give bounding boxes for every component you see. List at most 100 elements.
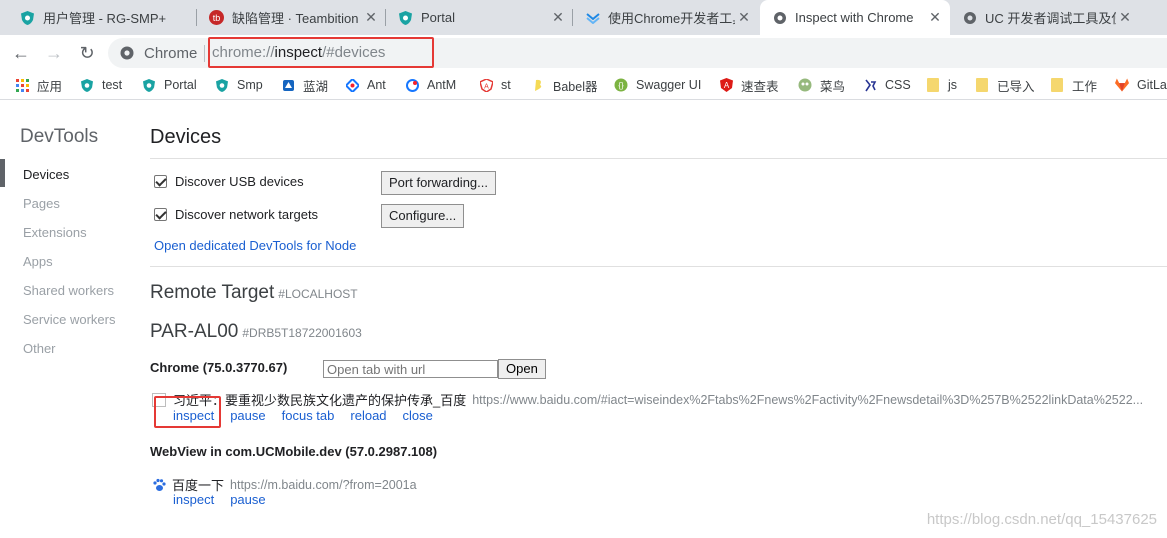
tab-chrome-devtools-article[interactable]: 使用Chrome开发者工具 ✕ (573, 0, 759, 35)
svg-text:tb: tb (213, 13, 221, 23)
tab-user-management[interactable]: 用户管理 - RG-SMP+ (0, 0, 197, 35)
tab-portal[interactable]: Portal ✕ (386, 0, 573, 35)
remote-page-url: https://www.baidu.com/#iact=wiseindex%2F… (472, 392, 1144, 407)
remote-target-heading: Remote Target #LOCALHOST (150, 282, 358, 304)
back-arrow-icon[interactable]: ← (9, 41, 33, 65)
bookmark-smp[interactable]: Smp (215, 76, 263, 94)
bookmark-folder-js[interactable]: js (926, 76, 957, 94)
css-icon (863, 78, 877, 92)
swagger-icon: {} (614, 78, 628, 92)
watermark: https://blog.csdn.net/qq_15437625 (926, 511, 1157, 528)
bookmark-babel[interactable]: Babel器 (531, 76, 597, 94)
chevron-icon (585, 10, 600, 25)
gitlab-icon (1115, 78, 1129, 92)
sidebar-item-apps[interactable]: Apps (23, 254, 53, 269)
sidebar-title: DevTools (20, 126, 99, 147)
reload-link[interactable]: reload (350, 408, 386, 423)
bookmarks-bar: 应用 test Portal Smp 蓝湖 Ant AntM Ast Babel… (0, 70, 1167, 100)
bookmark-ant[interactable]: Ant (345, 76, 386, 94)
configure-button[interactable]: Configure... (381, 204, 465, 228)
tab-strip: 用户管理 - RG-SMP+ tb 缺陷管理 · Teambition ✕ Po… (0, 0, 1167, 35)
sidebar-item-pages[interactable]: Pages (23, 196, 60, 211)
tab-teambition[interactable]: tb 缺陷管理 · Teambition ✕ (197, 0, 386, 35)
webview-inspect-link[interactable]: inspect (173, 492, 214, 507)
webview-pause-link[interactable]: pause (230, 492, 265, 507)
close-icon[interactable]: ✕ (735, 9, 753, 26)
site-info[interactable]: Chrome (120, 38, 197, 68)
bookmark-apps[interactable]: 应用 (15, 76, 62, 94)
bookmark-label: CSS (885, 78, 911, 92)
folder-icon (975, 78, 989, 92)
reload-icon[interactable]: ↻ (75, 41, 99, 65)
discover-usb-row: Discover USB devices (154, 174, 304, 189)
close-icon[interactable]: ✕ (549, 9, 567, 26)
open-tab-url-input[interactable] (323, 360, 498, 378)
folder-icon (1050, 78, 1064, 92)
discover-network-label: Discover network targets (175, 207, 319, 222)
bookmark-lanhu[interactable]: 蓝湖 (281, 76, 328, 94)
babel-icon (531, 78, 545, 92)
sidebar-item-service-workers[interactable]: Service workers (23, 312, 115, 327)
pause-link[interactable]: pause (230, 408, 265, 423)
browser-toolbar: ← → ↻ Chrome chrome://inspect/#devices (0, 35, 1167, 70)
bookmark-folder-work[interactable]: 工作 (1050, 76, 1097, 94)
bookmark-label: Portal (164, 78, 197, 92)
bookmark-label: 速查表 (741, 79, 779, 94)
folder-icon (926, 78, 940, 92)
open-node-devtools-link[interactable]: Open dedicated DevTools for Node (154, 238, 356, 253)
bookmark-label: AntM (427, 78, 457, 92)
bookmark-runoob[interactable]: 菜鸟 (798, 76, 845, 94)
tab-title: 缺陷管理 · Teambition (232, 11, 359, 26)
close-icon[interactable]: ✕ (926, 9, 944, 26)
page-title: Devices (150, 126, 222, 148)
baidu-paw-icon (152, 478, 166, 492)
close-link[interactable]: close (403, 408, 433, 423)
bookmark-label: test (102, 78, 123, 92)
omnibox-divider (204, 45, 205, 62)
bookmark-label: st (501, 78, 511, 92)
webview-page-url: https://m.baidu.com/?from=2001a (230, 477, 417, 492)
port-forwarding-button[interactable]: Port forwarding... (381, 171, 496, 195)
tab-title: 使用Chrome开发者工具 (608, 11, 735, 26)
sidebar-item-extensions[interactable]: Extensions (23, 225, 87, 240)
bookmark-label: 应用 (37, 79, 63, 94)
bookmark-antm[interactable]: AntM (405, 76, 456, 94)
close-icon[interactable]: ✕ (1116, 9, 1134, 26)
bookmark-cheatsheet[interactable]: A 速查表 (719, 76, 779, 94)
sidebar-item-other[interactable]: Other (23, 341, 56, 356)
apps-grid-icon (15, 78, 29, 92)
sidebar-item-shared-workers[interactable]: Shared workers (23, 283, 114, 298)
sidebar-item-devices[interactable]: Devices (23, 167, 69, 182)
bookmark-portal[interactable]: Portal (142, 76, 197, 94)
discover-usb-checkbox[interactable] (154, 175, 167, 188)
antm-icon (405, 78, 419, 92)
bookmark-st[interactable]: Ast (479, 76, 511, 94)
discover-network-checkbox[interactable] (154, 208, 167, 221)
title-divider (150, 158, 1167, 159)
tab-title: UC 开发者调试工具及使 (985, 11, 1116, 26)
close-icon[interactable]: ✕ (362, 9, 380, 26)
shield-icon (215, 78, 229, 92)
bookmark-label: Ant (367, 78, 386, 92)
bookmark-label: Smp (237, 78, 263, 92)
forward-arrow-icon[interactable]: → (42, 41, 66, 65)
open-tab-button[interactable]: Open (498, 359, 546, 379)
bookmark-gitlab[interactable]: GitLa (1115, 76, 1167, 94)
tab-inspect-active[interactable]: Inspect with Chrome ✕ (760, 0, 950, 35)
bookmark-folder-imported[interactable]: 已导入 (975, 76, 1035, 94)
url-highlight-box (208, 37, 434, 68)
bookmark-test[interactable]: test (80, 76, 122, 94)
bookmark-swagger[interactable]: {} Swagger UI (614, 76, 701, 94)
bookmark-css[interactable]: CSS (863, 76, 911, 94)
globe-icon (962, 10, 977, 25)
tab-uc-devtools[interactable]: UC 开发者调试工具及使 ✕ (950, 0, 1140, 35)
focus-tab-link[interactable]: focus tab (282, 408, 335, 423)
tab-title: Portal (421, 10, 455, 25)
bookmark-label: 已导入 (997, 79, 1035, 94)
webview-page-actions: inspect pause (173, 492, 266, 507)
teambition-icon: tb (209, 10, 224, 25)
bookmark-label: 蓝湖 (303, 79, 329, 94)
svg-text:A: A (723, 81, 729, 90)
ant-icon (345, 78, 359, 92)
remote-target-title: Remote Target (150, 282, 275, 303)
